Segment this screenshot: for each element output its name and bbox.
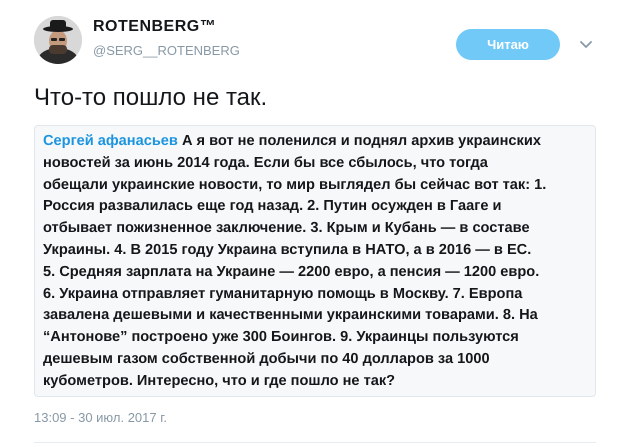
quote-line: новостей за июнь 2014 года. Если бы все … [43,154,488,171]
author-handle[interactable]: @SERG__ROTENBERG [93,43,240,58]
quote-line: завалена дешевыми и качественными украин… [43,307,538,324]
quote-line: 5. Средняя зарплата на Украине — 2200 ев… [43,263,540,280]
quote-line: отбывает пожизненное заключение. 3. Крым… [43,220,530,237]
follow-button-label: Читаю [487,37,529,52]
chevron-down-icon[interactable] [578,38,594,52]
quote-line: Сергей афанасьев А я вот не поленился и … [43,131,589,153]
quote-line: 6. Украина отправляет гуманитарную помощ… [43,285,523,302]
follow-button[interactable]: Читаю [456,29,560,60]
quote-line: дешевым газом собственной добычи по 40 д… [43,350,490,367]
avatar[interactable] [34,16,82,64]
quote-line: обещали украинские новости, то мир выгля… [43,176,547,193]
quote-line: кубометров. Интересно, что и где пошло н… [43,372,396,389]
quote-line: Россия развалилась еще год назад. 2. Пут… [43,198,502,215]
quote-line: Украины. 4. В 2015 году Украина вступила… [43,241,532,258]
quote-line-text: А я вот не поленился и поднял архив укра… [177,133,541,149]
quote-body: Сергей афанасьев А я вот не поленился и … [43,131,589,393]
avatar-image [34,16,82,64]
divider [34,442,596,443]
quoted-content[interactable]: Сергей афанасьев А я вот не поленился и … [34,125,596,397]
tweet-text: Что-то пошло не так. [34,84,268,111]
tweet-card: ROTENBERG™ @SERG__ROTENBERG Читаю Что-то… [0,0,622,447]
quote-author[interactable]: Сергей афанасьев [43,133,178,149]
author-display-name[interactable]: ROTENBERG™ [93,18,216,36]
tweet-timestamp[interactable]: 13:09 - 30 июл. 2017 г. [34,410,167,425]
quote-line: “Антонове” построено уже 300 Боингов. 9.… [43,329,519,346]
